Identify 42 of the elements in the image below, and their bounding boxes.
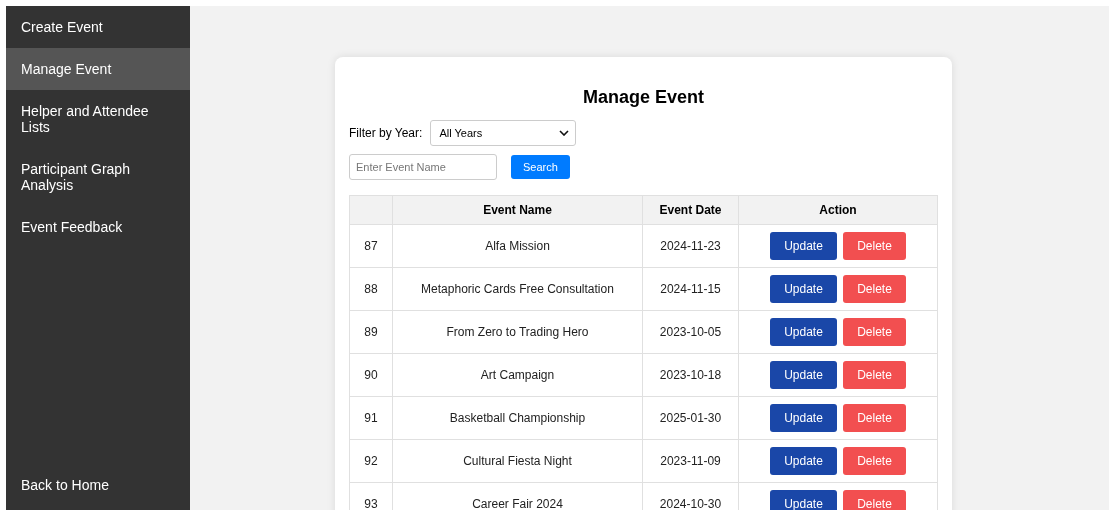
table-cell: 90	[349, 353, 393, 397]
update-button[interactable]: Update	[770, 232, 837, 260]
table-cell: 2025-01-30	[642, 396, 739, 440]
caret-icon	[559, 130, 570, 136]
update-button[interactable]: Update	[770, 447, 837, 475]
table-cell: 91	[349, 396, 393, 440]
update-button[interactable]: Update	[770, 361, 837, 389]
table-cell: 87	[349, 224, 393, 268]
table-cell: 2023-11-09	[642, 439, 739, 483]
table-cell: Art Campaign	[392, 353, 643, 397]
table-cell: Alfa Mission	[392, 224, 643, 268]
table-cell: 88	[349, 267, 393, 311]
column-header: Action	[738, 195, 938, 225]
table-cell: 93	[349, 482, 393, 510]
page-title: Manage Event	[581, 87, 705, 108]
update-button[interactable]: Update	[770, 275, 837, 303]
column-header: Event Name	[392, 195, 643, 225]
table-cell: From Zero to Trading Hero	[392, 310, 643, 354]
table-cell: Cultural Fiesta Night	[392, 439, 643, 483]
table-cell: 92	[349, 439, 393, 483]
back-to-home-link[interactable]: Back to Home	[6, 464, 190, 510]
update-button[interactable]: Update	[770, 490, 837, 510]
search-button[interactable]: Search	[511, 155, 570, 179]
filter-label: Filter by Year:	[349, 126, 423, 140]
update-button[interactable]: Update	[770, 318, 837, 346]
search-field[interactable]: Enter Event Name	[349, 154, 497, 180]
table-cell: 2023-10-18	[642, 353, 739, 397]
sidebar-item[interactable]: Manage Event	[6, 48, 190, 90]
table-cell: 2024-11-23	[642, 224, 739, 268]
table-cell: Basketball Championship	[392, 396, 643, 440]
sidebar-item[interactable]: Create Event	[6, 6, 190, 48]
year-select[interactable]: All Years	[430, 120, 577, 146]
table-cell: 2023-10-05	[642, 310, 739, 354]
table-cell: 89	[349, 310, 393, 354]
table-cell: 2024-11-15	[642, 267, 739, 311]
column-header: Event Date	[642, 195, 739, 225]
sidebar-item[interactable]: Event Feedback	[6, 206, 190, 248]
update-button[interactable]: Update	[770, 404, 837, 432]
sidebar-item[interactable]: Helper and Attendee Lists	[6, 90, 190, 148]
column-header	[349, 195, 393, 225]
sidebar-item[interactable]: Participant Graph Analysis	[6, 148, 190, 206]
table-cell: Metaphoric Cards Free Consultation	[392, 267, 643, 311]
